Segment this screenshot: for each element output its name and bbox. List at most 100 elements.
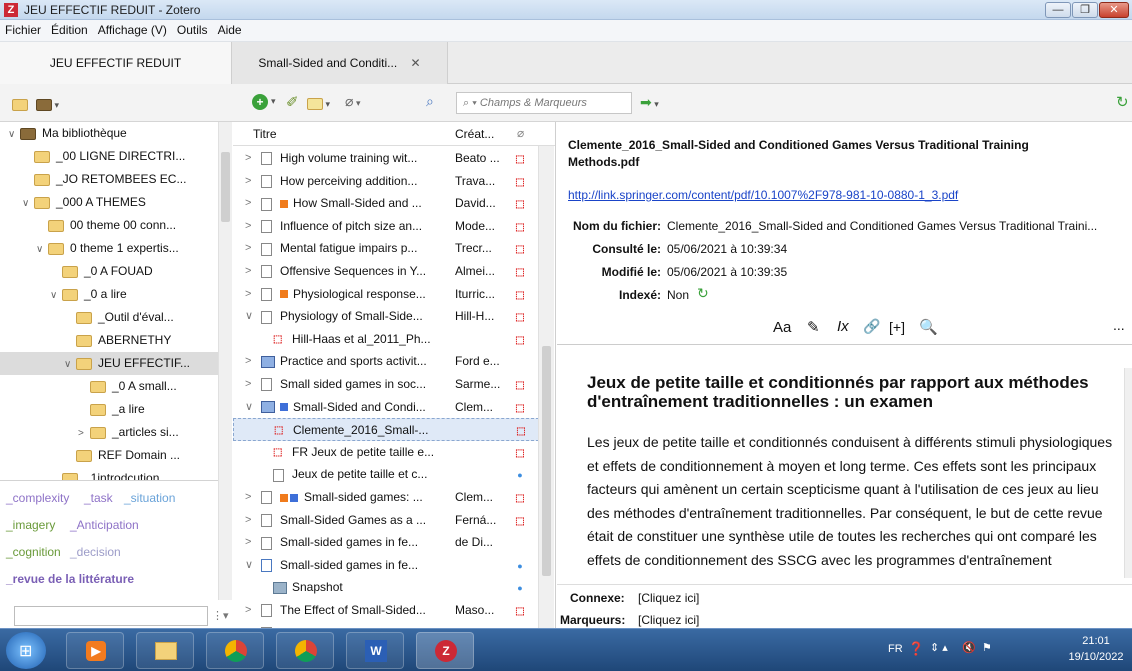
item-twisty-icon[interactable]: > <box>245 531 251 554</box>
maximize-button[interactable]: ❐ <box>1072 2 1098 18</box>
clock-time[interactable]: 21:01 <box>1076 635 1116 647</box>
pdf-icon[interactable]: ⬚ <box>515 441 525 465</box>
note-editor[interactable]: Jeux de petite taille et conditionnés pa… <box>557 344 1132 584</box>
item-row[interactable]: > Influence of pitch size an... Mode... ⬚ <box>233 215 539 238</box>
tag-item[interactable]: _imagery <box>6 518 55 532</box>
attachment-column-icon[interactable]: ⌀ <box>517 126 524 140</box>
item-twisty-icon[interactable]: > <box>245 237 251 260</box>
item-row[interactable]: ∨ Small-sided games in fe... ● <box>233 554 539 577</box>
collection-item[interactable]: _00 LIGNE DIRECTRI... <box>0 145 218 168</box>
item-row[interactable]: > Practice and sports activit... Ford e... <box>233 350 539 373</box>
locate-icon[interactable]: ➡ ▾ <box>640 94 659 111</box>
collection-item[interactable]: ∨ Ma bibliothèque <box>0 122 218 145</box>
menu-aide[interactable]: Aide <box>213 20 247 37</box>
item-twisty-icon[interactable]: > <box>245 147 251 170</box>
item-row[interactable]: > Offensive Sequences in Y... Almei... ⬚ <box>233 260 539 283</box>
item-row[interactable]: > How perceiving addition... Trava... ⬚ <box>233 170 539 193</box>
item-row[interactable]: ∨ Physiology of Small-Side... Hill-H... ⬚ <box>233 305 539 328</box>
related-add-link[interactable]: [Cliquez ici] <box>638 591 699 605</box>
taskbar-word[interactable]: W <box>346 632 404 669</box>
collection-item[interactable]: ABERNETHY <box>0 329 218 352</box>
collections-scrollbar[interactable] <box>218 122 232 480</box>
pdf-icon[interactable]: ⬚ <box>515 170 525 194</box>
search-input[interactable]: ⌕ ▾ Champs & Marqueurs <box>456 92 632 114</box>
new-note-icon[interactable]: ▾ <box>307 96 330 110</box>
item-twisty-icon[interactable]: ∨ <box>245 396 253 419</box>
action-center-icon[interactable]: ⚑ <box>982 641 992 654</box>
menu-outils[interactable]: Outils <box>172 20 213 37</box>
pdf-icon[interactable]: ⬚ <box>515 147 525 171</box>
item-row[interactable]: > Mental fatigue impairs p... Trecr... ⬚ <box>233 237 539 260</box>
advanced-search-icon[interactable]: ⌕ <box>426 93 434 110</box>
new-item-icon[interactable]: + <box>252 94 268 110</box>
item-twisty-icon[interactable]: > <box>245 486 251 509</box>
item-row[interactable]: Snapshot ● <box>233 576 539 599</box>
item-twisty-icon[interactable]: > <box>245 373 251 396</box>
attachment-dot-icon[interactable]: ● <box>515 576 525 600</box>
twisty-icon[interactable]: ∨ <box>8 123 20 146</box>
item-twisty-icon[interactable]: ∨ <box>245 554 253 577</box>
taskbar-zotero[interactable]: Z <box>416 632 474 669</box>
tag-item[interactable]: _cognition <box>6 545 61 559</box>
menu-edition[interactable]: Édition <box>46 20 93 37</box>
twisty-icon[interactable]: ∨ <box>36 238 48 261</box>
help-icon[interactable]: ❓ <box>908 641 924 657</box>
tag-item[interactable]: _situation <box>124 491 175 505</box>
item-twisty-icon[interactable]: > <box>245 283 251 306</box>
item-twisty-icon[interactable]: > <box>245 599 251 622</box>
pdf-icon[interactable]: ⬚ <box>515 328 525 352</box>
item-twisty-icon[interactable]: > <box>245 215 251 238</box>
item-row[interactable]: ⬚ Clemente_2016_Small-... ⬚ <box>233 418 539 442</box>
new-item-dropdown-icon[interactable]: ▾ <box>271 96 276 107</box>
more-options-icon[interactable]: ... <box>1113 317 1125 333</box>
tag-item[interactable]: _Anticipation <box>70 518 139 532</box>
collection-item[interactable]: _0 A small... <box>0 375 218 398</box>
reindex-icon[interactable]: ↻ <box>697 285 709 302</box>
sync-icon[interactable]: ↻ <box>1116 93 1129 111</box>
tag-item[interactable]: _complexity <box>6 491 69 505</box>
twisty-icon[interactable]: ∨ <box>64 353 76 376</box>
clock-date[interactable]: 19/10/2022 <box>1062 651 1130 663</box>
pdf-icon[interactable]: ⬚ <box>515 599 525 623</box>
item-row[interactable]: > High volume training wit... Beato ... ⬚ <box>233 147 539 170</box>
pdf-icon[interactable]: ⬚ <box>515 283 525 307</box>
clear-format-icon[interactable]: Ix <box>837 318 849 335</box>
collection-item[interactable]: 00 theme 00 conn... <box>0 214 218 237</box>
close-tab-icon[interactable]: ✕ <box>411 56 421 70</box>
filename-value[interactable]: Clemente_2016_Small-Sided and Conditione… <box>667 219 1127 233</box>
item-row[interactable]: > The Effect of Small-Sided... Maso... ⬚ <box>233 599 539 622</box>
collection-item[interactable]: _1introdcution <box>0 467 218 480</box>
collection-item[interactable]: _0 A FOUAD <box>0 260 218 283</box>
tag-item[interactable]: _revue de la littérature <box>6 572 134 586</box>
twisty-icon[interactable]: ∨ <box>50 284 62 307</box>
column-creator-header[interactable]: Créat... <box>455 127 494 141</box>
attachment-dot-icon[interactable]: ● <box>515 463 525 487</box>
pdf-icon[interactable]: ⬚ <box>515 215 525 239</box>
tag-item[interactable]: _decision <box>70 545 121 559</box>
insert-citation-icon[interactable]: [+] <box>889 319 905 335</box>
pdf-icon[interactable]: ⬚ <box>515 305 525 329</box>
twisty-icon[interactable]: ∨ <box>22 192 34 215</box>
tab-library[interactable]: JEU EFFECTIF REDUIT <box>0 42 232 84</box>
item-twisty-icon[interactable]: ∨ <box>245 305 253 328</box>
tab-reader[interactable]: Small-Sided and Conditi... ✕ <box>232 42 448 84</box>
taskbar-chrome[interactable] <box>206 632 264 669</box>
collection-item[interactable]: REF Domain ... <box>0 444 218 467</box>
text-style-icon[interactable]: Aa <box>773 319 791 336</box>
pdf-icon[interactable]: ⬚ <box>515 509 525 533</box>
new-collection-icon[interactable] <box>12 97 28 111</box>
item-row[interactable]: ⬚ Hill-Haas et al_2011_Ph... ⬚ <box>233 328 539 351</box>
item-row[interactable]: > Small-sided games: ... Clem... ⬚ <box>233 486 539 509</box>
language-indicator[interactable]: FR <box>888 643 903 655</box>
item-twisty-icon[interactable]: > <box>245 170 251 193</box>
collection-item[interactable]: ∨ JEU EFFECTIF... <box>0 352 218 375</box>
pdf-icon[interactable]: ⬚ <box>515 192 525 216</box>
collection-item[interactable]: ∨ _0 a lire <box>0 283 218 306</box>
taskbar-media-player[interactable]: ▶ <box>66 632 124 669</box>
markers-add-link[interactable]: [Cliquez ici] <box>638 613 699 627</box>
link-icon[interactable]: 🔗 <box>863 318 880 335</box>
collection-item[interactable]: ∨ _000 A THEMES <box>0 191 218 214</box>
menu-affichage[interactable]: Affichage (V) <box>93 20 172 37</box>
menu-fichier[interactable]: Fichier <box>0 20 46 37</box>
collection-item[interactable]: _JO RETOMBEES EC... <box>0 168 218 191</box>
